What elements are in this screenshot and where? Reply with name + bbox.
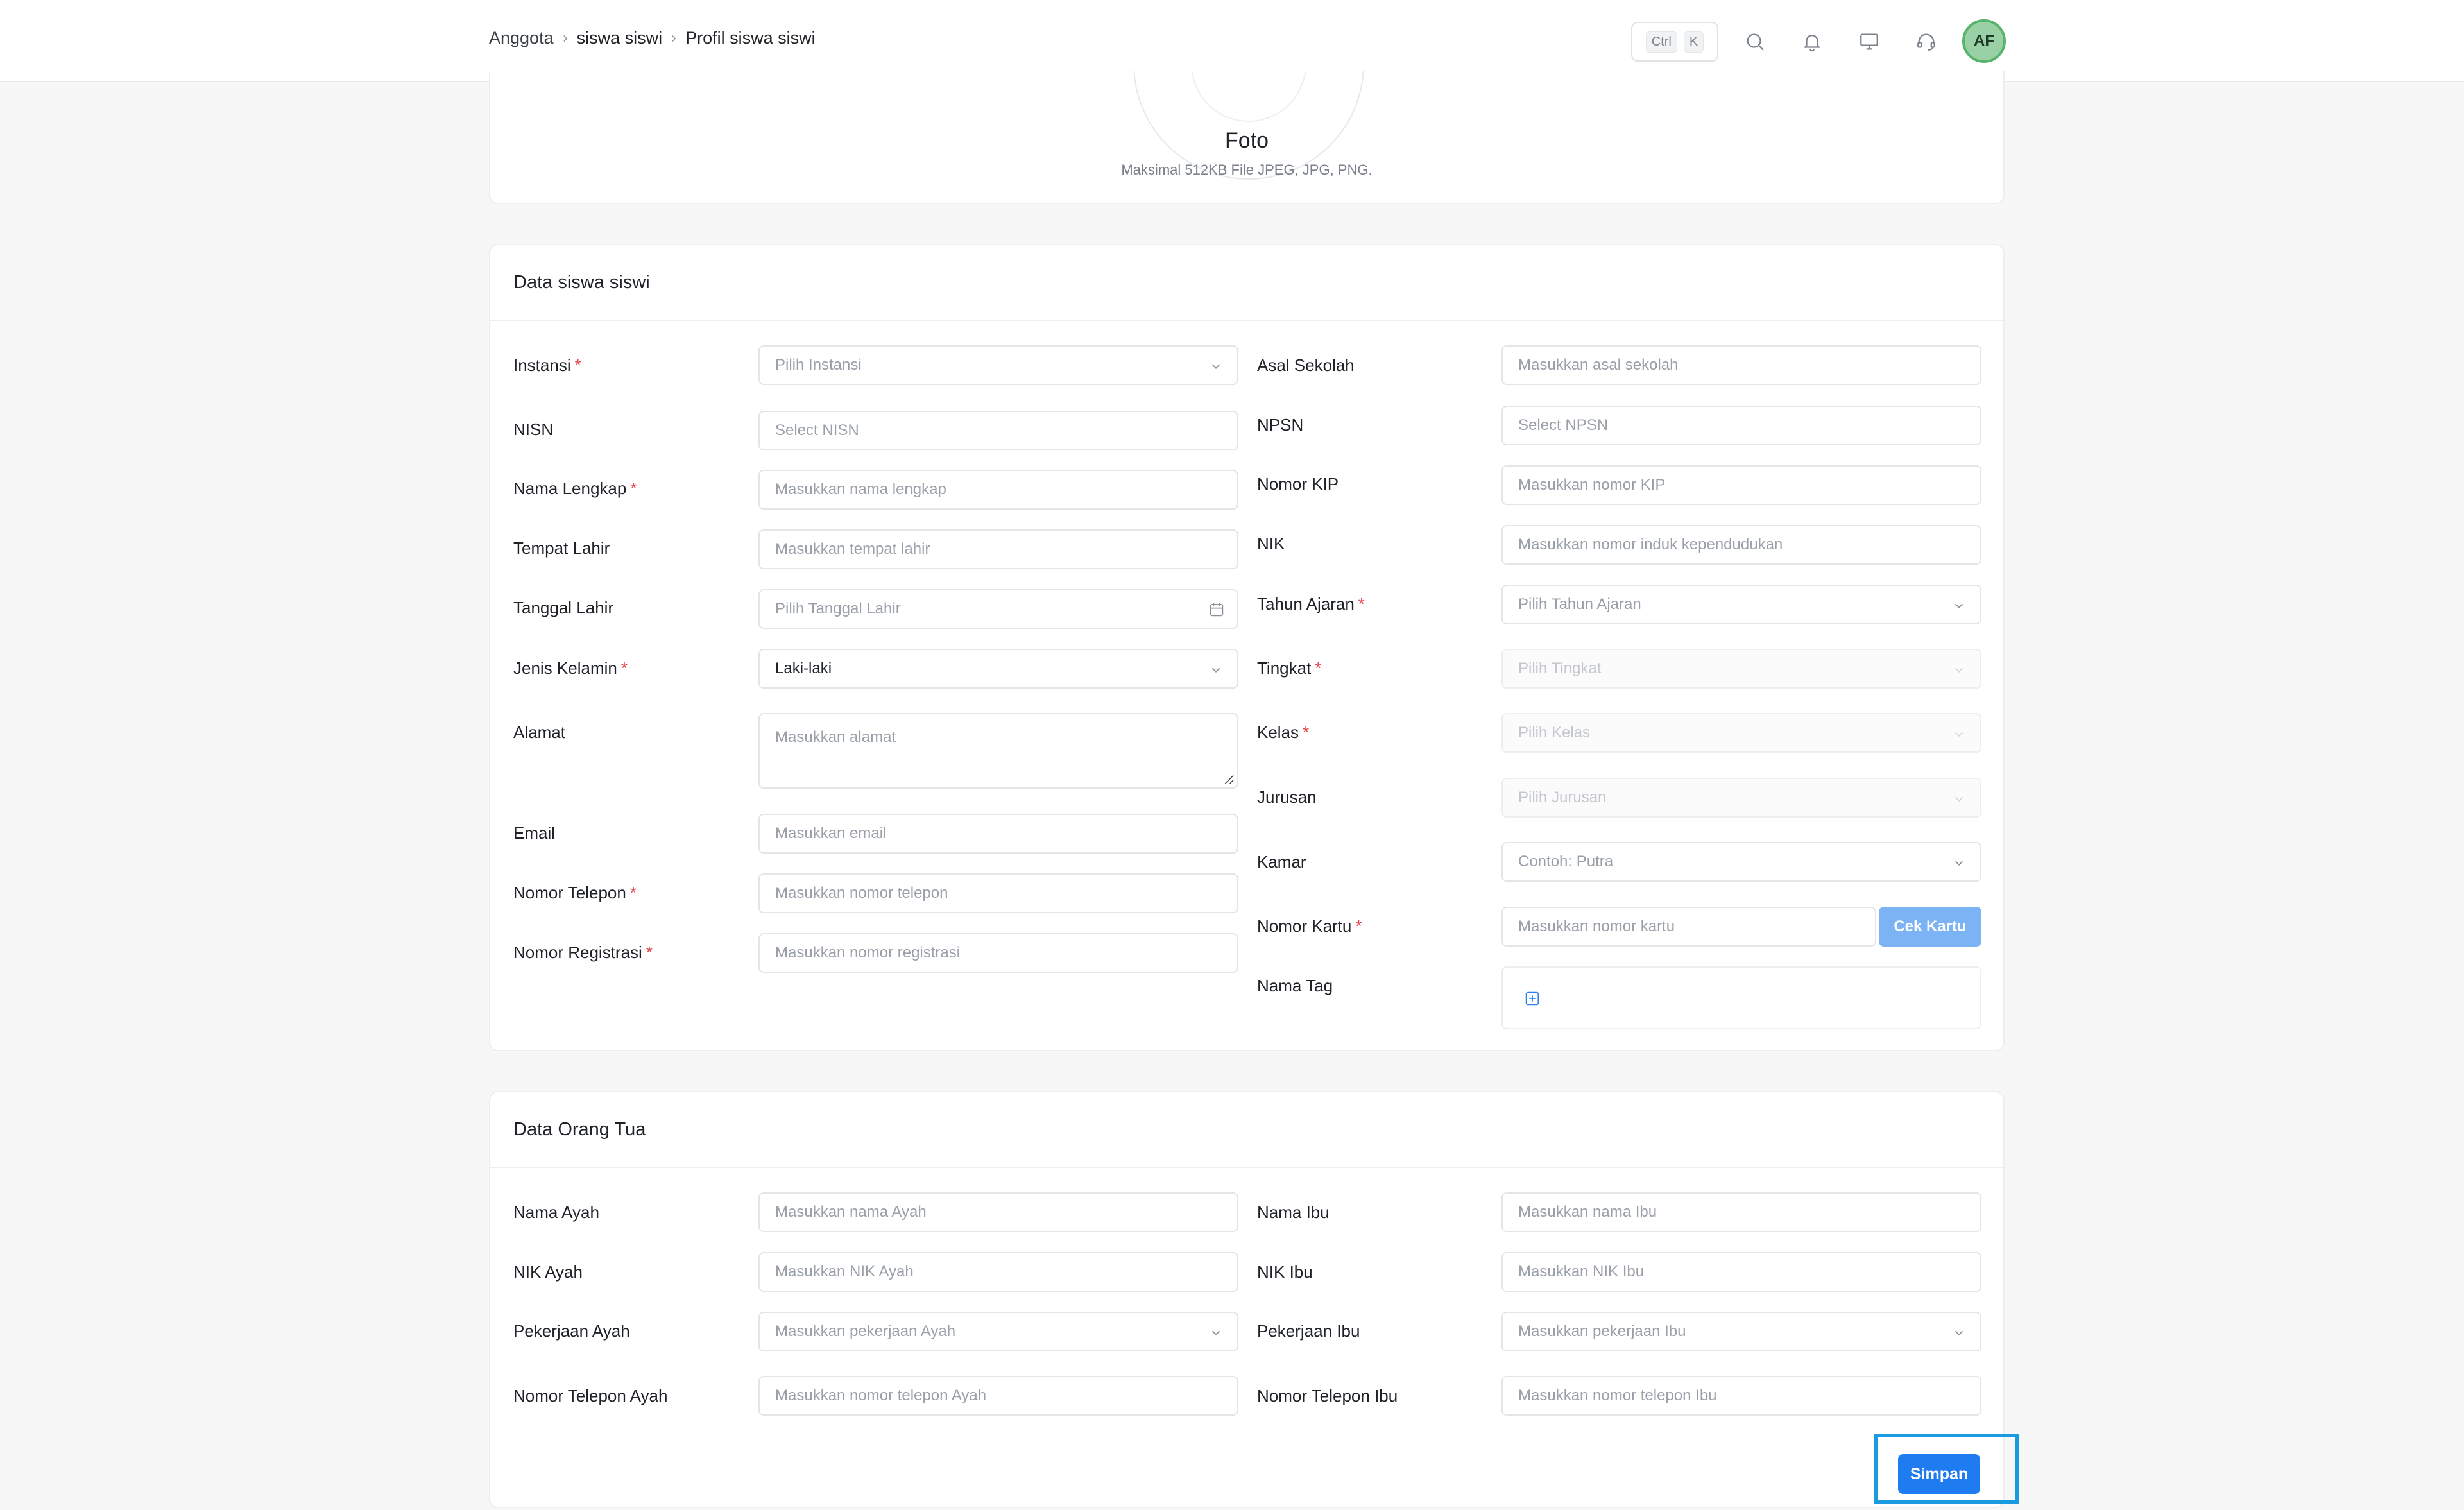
kelas-select[interactable]: Pilih Kelas [1502, 713, 1981, 753]
label-nama-tag: Nama Tag [1257, 976, 1333, 995]
nisn-input[interactable]: Select NISN [758, 411, 1238, 450]
breadcrumb-current: Profil siswa siswi [685, 28, 816, 47]
chevron-down-icon [1955, 603, 1964, 609]
label-jurusan: Jurusan [1257, 787, 1317, 807]
label-nik-ayah: NIK Ayah [513, 1262, 583, 1282]
npsn-input[interactable]: Select NPSN [1502, 406, 1981, 445]
nama-ibu-input[interactable]: Masukkan nama Ibu [1502, 1192, 1981, 1232]
nomor-telepon-input[interactable]: Masukkan nomor telepon [758, 873, 1238, 913]
label-nik: NIK [1257, 534, 1285, 553]
label-pekerjaan-ayah: Pekerjaan Ayah [513, 1321, 630, 1341]
label-pekerjaan-ibu: Pekerjaan Ibu [1257, 1321, 1360, 1341]
chevron-down-icon [1955, 667, 1964, 673]
label-nisn: NISN [513, 420, 554, 439]
student-data-card: Data siswa siswi Instansi * Pilih Instans… [489, 244, 2005, 1051]
label-nik-ibu: NIK Ibu [1257, 1262, 1313, 1282]
card-header: Data siswa siswi [490, 245, 2003, 321]
nomor-kartu-input[interactable]: Masukkan nomor kartu [1502, 907, 1876, 947]
plus-square-icon[interactable] [1523, 990, 1541, 1008]
k-key: K [1683, 31, 1704, 53]
breadcrumb-siswa[interactable]: siswa siswi [577, 28, 663, 48]
tingkat-select[interactable]: Pilih Tingkat [1502, 649, 1981, 689]
chevron-right-icon [554, 33, 577, 44]
nomor-telepon-ibu-input[interactable]: Masukkan nomor telepon Ibu [1502, 1376, 1981, 1416]
nik-ayah-input[interactable]: Masukkan NIK Ayah [758, 1252, 1238, 1292]
tahun-ajaran-select[interactable]: Pilih Tahun Ajaran [1502, 585, 1981, 624]
chevron-right-icon [662, 33, 685, 44]
headset-icon[interactable] [1912, 27, 1941, 56]
asal-sekolah-input[interactable]: Masukkan asal sekolah [1502, 345, 1981, 385]
breadcrumb: Anggota siswa siswi Profil siswa siswi [489, 28, 816, 48]
chevron-down-icon [1211, 1330, 1220, 1336]
parent-data-card: Data Orang Tua Nama Ayah Masukkan nama A… [489, 1091, 2005, 1508]
pekerjaan-ayah-select[interactable]: Masukkan pekerjaan Ayah [758, 1312, 1238, 1351]
photo-title: Foto [1224, 128, 1269, 153]
card-header: Data Orang Tua [490, 1092, 2003, 1168]
command-palette-button[interactable]: Ctrl K [1631, 22, 1718, 62]
chevron-down-icon [1955, 1330, 1964, 1336]
nomor-registrasi-input[interactable]: Masukkan nomor registrasi [758, 933, 1238, 973]
save-button[interactable]: Simpan [1898, 1454, 1980, 1494]
breadcrumb-anggota[interactable]: Anggota [489, 28, 554, 48]
jenis-kelamin-select[interactable]: Laki-laki [758, 649, 1238, 689]
nama-lengkap-input[interactable]: Masukkan nama lengkap [758, 470, 1238, 510]
label-nomor-telepon: Nomor Telepon * [513, 883, 637, 902]
photo-card: Foto Maksimal 512KB File JPEG, JPG, PNG. [489, 71, 2005, 204]
photo-hint: Maksimal 512KB File JPEG, JPG, PNG. [1121, 162, 1373, 178]
monitor-icon[interactable] [1854, 27, 1884, 56]
calendar-icon[interactable] [1208, 601, 1226, 619]
tag-input-area[interactable] [1502, 966, 1981, 1029]
label-kelas: Kelas * [1257, 723, 1310, 742]
label-tingkat: Tingkat * [1257, 658, 1322, 678]
label-kamar: Kamar [1257, 852, 1306, 871]
alamat-textarea[interactable]: Masukkan alamat [758, 713, 1238, 789]
nik-ibu-input[interactable]: Masukkan NIK Ibu [1502, 1252, 1981, 1292]
label-tanggal-lahir: Tanggal Lahir [513, 598, 614, 617]
label-nomor-telepon-ibu: Nomor Telepon Ibu [1257, 1386, 1398, 1405]
label-tahun-ajaran: Tahun Ajaran * [1257, 594, 1365, 613]
chevron-down-icon [1955, 796, 1964, 802]
chevron-down-icon [1955, 861, 1964, 866]
tanggal-lahir-input[interactable]: Pilih Tanggal Lahir [758, 589, 1238, 629]
label-npsn: NPSN [1257, 415, 1304, 434]
label-nomor-kip: Nomor KIP [1257, 474, 1339, 493]
label-jenis-kelamin: Jenis Kelamin * [513, 658, 628, 678]
ctrl-key: Ctrl [1645, 31, 1677, 53]
chevron-down-icon [1211, 667, 1220, 673]
label-instansi: Instansi * [513, 356, 581, 375]
label-nomor-kartu: Nomor Kartu * [1257, 916, 1362, 936]
jurusan-select[interactable]: Pilih Jurusan [1502, 778, 1981, 818]
label-nama-lengkap: Nama Lengkap * [513, 479, 637, 498]
resize-handle-icon[interactable] [1220, 771, 1235, 785]
label-nomor-registrasi: Nomor Registrasi * [513, 943, 653, 962]
search-icon[interactable] [1740, 27, 1770, 56]
chevron-down-icon [1211, 364, 1220, 370]
tempat-lahir-input[interactable]: Masukkan tempat lahir [758, 529, 1238, 569]
label-nama-ibu: Nama Ibu [1257, 1203, 1330, 1222]
nomor-kip-input[interactable]: Masukkan nomor KIP [1502, 465, 1981, 505]
label-nomor-telepon-ayah: Nomor Telepon Ayah [513, 1386, 668, 1405]
avatar[interactable]: AF [1962, 19, 2006, 63]
cek-kartu-button[interactable]: Cek Kartu [1879, 907, 1981, 947]
label-nama-ayah: Nama Ayah [513, 1203, 599, 1222]
label-tempat-lahir: Tempat Lahir [513, 538, 610, 558]
chevron-down-icon [1955, 732, 1964, 737]
kamar-select[interactable]: Contoh: Putra [1502, 842, 1981, 882]
section-title: Data Orang Tua [513, 1119, 646, 1140]
nik-input[interactable]: Masukkan nomor induk kependudukan [1502, 525, 1981, 565]
label-alamat: Alamat [513, 723, 565, 742]
nomor-telepon-ayah-input[interactable]: Masukkan nomor telepon Ayah [758, 1376, 1238, 1416]
instansi-select[interactable]: Pilih Instansi [758, 345, 1238, 385]
bell-icon[interactable] [1797, 27, 1827, 56]
section-title: Data siswa siswi [513, 272, 650, 293]
email-input[interactable]: Masukkan email [758, 814, 1238, 854]
top-bar: Anggota siswa siswi Profil siswa siswi C… [0, 0, 2464, 82]
nama-ayah-input[interactable]: Masukkan nama Ayah [758, 1192, 1238, 1232]
label-email: Email [513, 823, 556, 843]
label-asal-sekolah: Asal Sekolah [1257, 356, 1355, 375]
pekerjaan-ibu-select[interactable]: Masukkan pekerjaan Ibu [1502, 1312, 1981, 1351]
